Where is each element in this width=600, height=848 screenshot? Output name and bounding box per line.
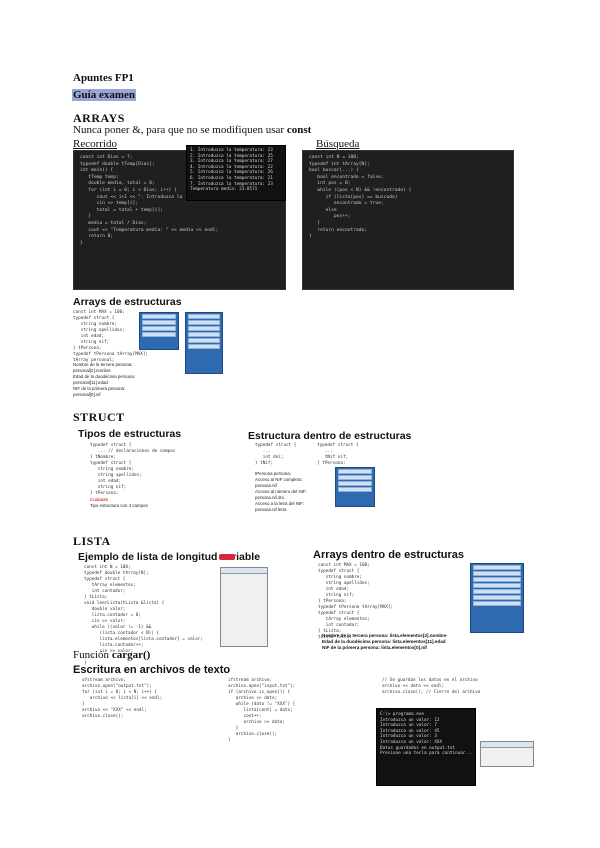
arrays-structs-title: Arrays de estructuras [73, 296, 182, 308]
code-line: } [309, 220, 321, 226]
code-line: const int N = 100; [309, 155, 359, 160]
code-line: archivo.close(); // Cierre del archivo [382, 690, 481, 695]
arrays-dentro-title: Arrays dentro de estructuras [313, 549, 464, 561]
note-line: personal[0].nif [73, 392, 101, 397]
recorrido-label: Recorrido [73, 138, 117, 150]
arrays-structs-notes: Nombre de la tercera persona: personal[2]… [73, 362, 183, 398]
anidada-figure: typedef struct { typedef struct { ... ..… [255, 443, 375, 523]
code-line: return encontrado; [309, 227, 368, 233]
code-line: return 0; [80, 234, 114, 240]
code-line: } [228, 738, 231, 743]
cargar-console-lines: C:\> programa.exe Introduzca un valor: 12… [380, 712, 474, 757]
tipos-estructuras-title: Tipos de estructuras [78, 428, 182, 440]
anidada-code: typedef struct { typedef struct { ... ..… [255, 443, 375, 467]
tipos-code: typedef struct { ... // declaraciones de… [90, 443, 215, 497]
code-line: } [309, 234, 312, 240]
code-line: pos++; [309, 214, 351, 220]
cargar-code-left: ofstream archivo; archivo.open("output.tx… [82, 678, 232, 778]
recorrido-console-output: 1. Introduzca la temperatura: 23 2. Intro… [186, 145, 286, 201]
code-line: while ((pos < N) && !encontrado) { [309, 187, 412, 193]
console-output-lines: 1. Introduzca la temperatura: 23 2. Intro… [190, 148, 282, 193]
busqueda-code-lines: const int N = 100; typedef int tArray[N];… [309, 155, 507, 241]
console-line: Temperatura media: 23.8571 [190, 187, 258, 193]
tipos-footer: Tipo estructura con 4 campos [90, 503, 148, 509]
anidada-title: Estructura dentro de estructuras [248, 430, 412, 442]
lista-output-window [220, 567, 268, 647]
arrays-note: Nunca poner &, para que no se modifiquen… [73, 124, 311, 136]
arrays-note-text: Nunca poner &, para que no se modifiquen… [73, 124, 287, 136]
code-line: media = total / Dias; [80, 220, 147, 226]
cargar-heading-keyword: cargar() [111, 649, 151, 661]
section-heading-cargar: Función cargar() [73, 649, 150, 661]
tipos-estructuras-figure: typedef struct { ... // declaraciones de… [90, 443, 215, 523]
code-line: } [80, 240, 83, 246]
code-line: bool buscar(...) { [309, 168, 359, 174]
arrays-structs-code: const int MAX = 100; typedef struct { str… [73, 310, 148, 364]
memory-diagram-right [185, 312, 223, 374]
busqueda-label: Búsqueda [316, 138, 360, 150]
code-line: } [80, 214, 92, 220]
lista-variable-code: const int N = 100; typedef double tArray[… [84, 565, 214, 666]
arrays-dentro-memory [470, 563, 524, 633]
cargar-code-middle: ifstream archivo; archivo.open("input.txt… [228, 678, 358, 778]
document-subtitle-wrap: Guía examen [72, 85, 137, 103]
console-line: Presione una tecla para continuar... [380, 751, 474, 757]
anidada-memory-diagram [335, 467, 375, 507]
cargar-heading-prefix: Función [73, 649, 112, 661]
cargar-notepad-window [480, 741, 534, 767]
code-line: encontrado = true; [309, 201, 384, 207]
note-line: NIF de la primera persona: lista.element… [322, 645, 427, 651]
escritura-title: Escritura en archivos de texto [73, 664, 231, 676]
code-line: int pos = 0; [309, 181, 351, 187]
note-line: persona.nif.letra [255, 507, 287, 512]
code-line: cin >> temp[i]; [80, 201, 139, 207]
console-line: 3. Introduzca la temperatura: 27 [190, 159, 273, 165]
arrays-dentro-notes: Nombre de la tercera persona: lista.elem… [322, 633, 532, 652]
code-line: archivo.close(); [82, 714, 124, 719]
arrays-structs-figure: const int MAX = 100; typedef struct { str… [73, 310, 223, 402]
console-line: 1. Introduzca la temperatura: 23 [190, 148, 273, 153]
console-line: 6. Introduzca la temperatura: 21 [190, 175, 273, 181]
code-line: else [309, 207, 337, 213]
arrays-dentro-code: const int MAX = 100; typedef struct { str… [318, 563, 428, 640]
red-marker [219, 554, 235, 560]
document-subtitle: Guía examen [72, 89, 137, 101]
document-title: Apuntes FP1 [73, 72, 134, 84]
section-heading-struct: STRUCT [73, 410, 125, 424]
section-heading-lista: LISTA [73, 534, 111, 548]
code-line: total = total + temp[i]; [80, 207, 163, 213]
memory-diagram-left [139, 312, 179, 350]
cargar-code-right: // Se guardan los datos en el archivo arc… [382, 678, 532, 706]
arrays-note-keyword: const [286, 124, 312, 136]
cargar-console: C:\> programa.exe Introduzca un valor: 12… [376, 708, 476, 786]
busqueda-code-block: const int N = 100; typedef int tArray[N];… [302, 150, 514, 290]
